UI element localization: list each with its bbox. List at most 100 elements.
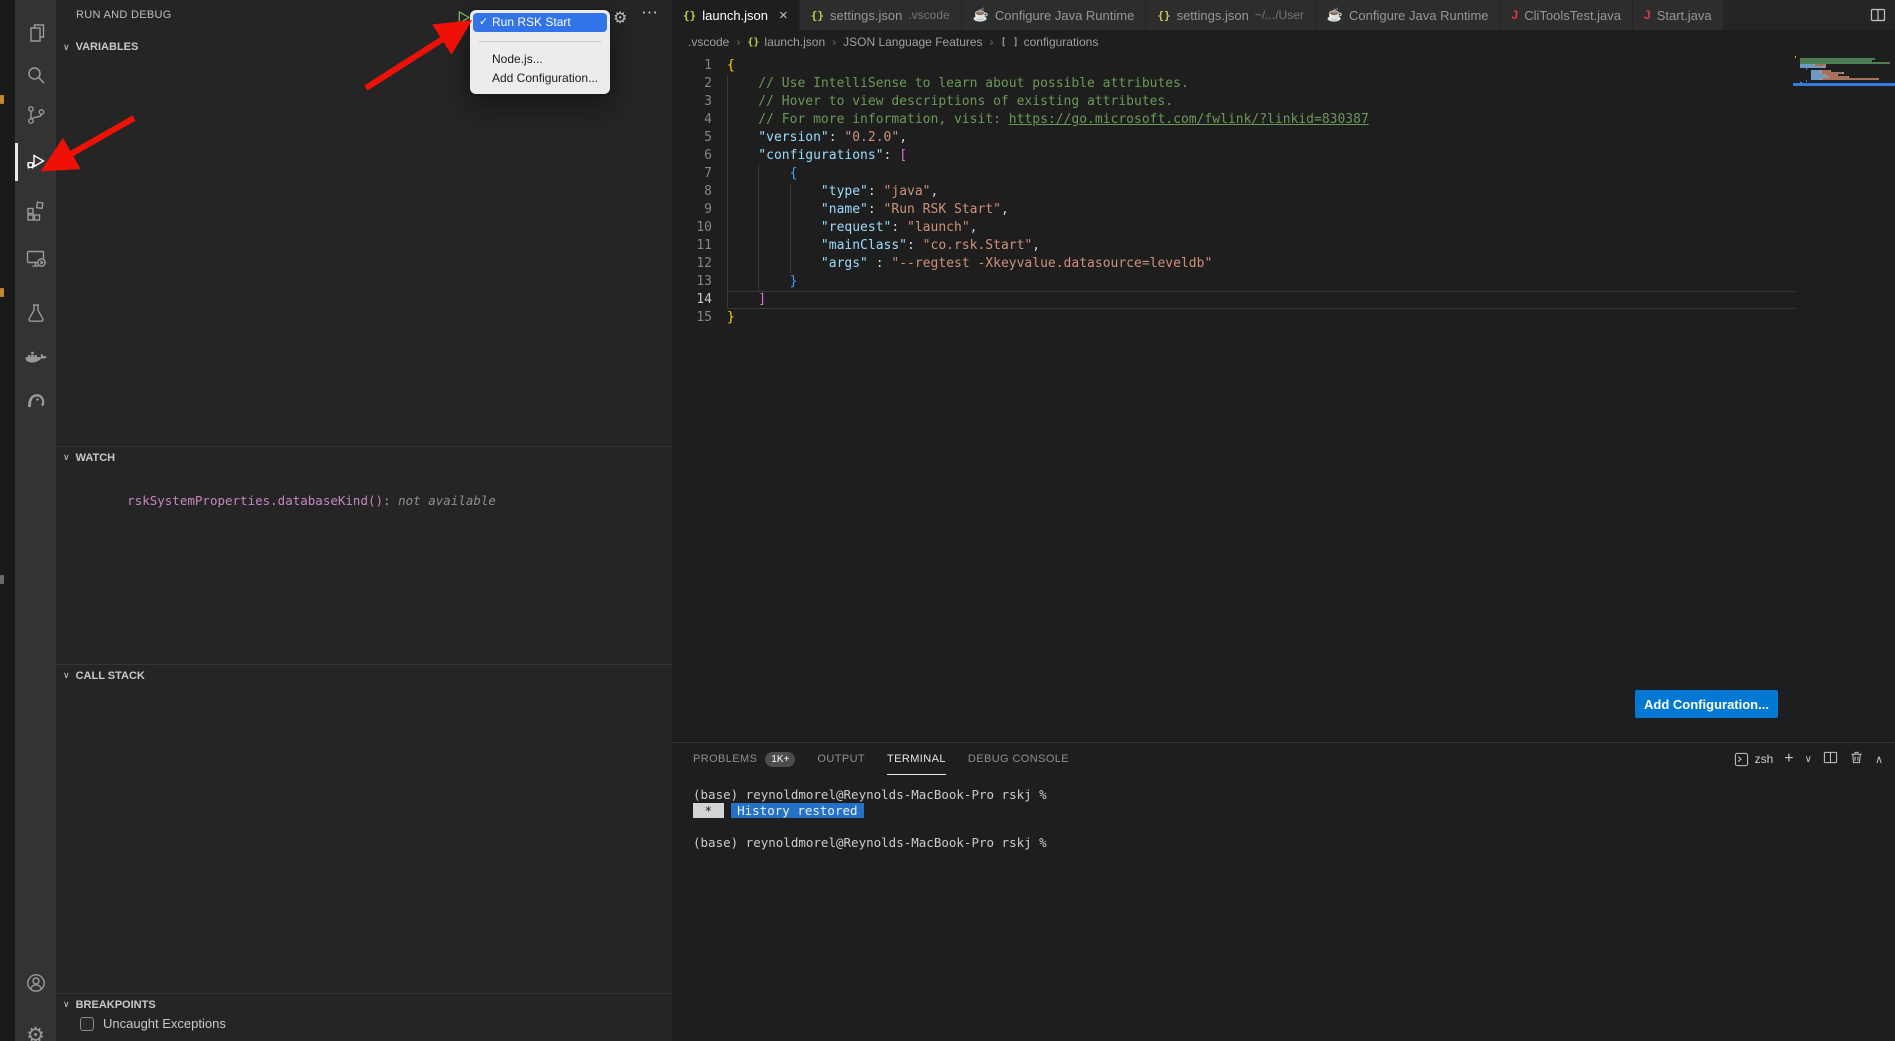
uncaught-exceptions-checkbox[interactable] [80, 1017, 94, 1031]
explorer-icon[interactable] [15, 16, 56, 50]
breadcrumb-label: configurations [1024, 35, 1099, 49]
extensions-icon[interactable] [15, 193, 56, 227]
token: "mainClass" [727, 238, 907, 253]
terminal-profile-selector[interactable]: zsh [1734, 752, 1774, 767]
code-line: 7 { [672, 165, 1895, 183]
panel-tab[interactable]: TERMINAL [887, 743, 946, 775]
panel-tab[interactable]: OUTPUT [817, 743, 865, 775]
terminal-line: (base) reynoldmorel@Reynolds-MacBook-Pro… [693, 835, 1047, 851]
more-actions-icon[interactable]: ⋯ [641, 3, 659, 23]
editor-tab[interactable]: ☕Configure Java Runtime [1316, 0, 1501, 30]
editor-tab[interactable]: J CliToolsTest.java [1501, 0, 1634, 30]
java-file-icon: J [1512, 8, 1519, 22]
edge-tick [0, 575, 4, 584]
editor-tab[interactable]: {}settings.json.vscode [800, 0, 962, 30]
menu-separator [479, 41, 601, 42]
indent-guide [727, 147, 728, 165]
token: : [891, 220, 907, 235]
editor-tab[interactable]: {}settings.json~/.../User [1146, 0, 1316, 30]
start-debugging-play-icon[interactable] [456, 10, 471, 28]
breadcrumb-item[interactable]: [ ]configurations [1001, 35, 1099, 49]
run-and-debug-icon[interactable] [15, 144, 56, 178]
panel-tab-label: OUTPUT [817, 753, 865, 765]
token: // Use IntelliSense to learn about possi… [727, 76, 1189, 91]
indent-guide [758, 201, 759, 219]
new-terminal-icon[interactable]: + [1784, 750, 1793, 768]
code-text: "type": "java", [727, 183, 938, 201]
indent-guide [727, 255, 728, 273]
token: { [727, 58, 735, 73]
edge-tick [0, 95, 4, 104]
source-control-icon[interactable] [15, 98, 56, 132]
shell-label: zsh [1755, 752, 1774, 766]
code-line: 13 } [672, 273, 1895, 291]
manage-gear-icon[interactable]: ⚙ [15, 1018, 56, 1041]
breadcrumb-label: JSON Language Features [843, 35, 982, 49]
chevron-down-icon: ∨ [63, 452, 70, 463]
testing-icon[interactable] [15, 296, 56, 330]
terminal-output[interactable]: (base) reynoldmorel@Reynolds-MacBook-Pro… [693, 787, 1047, 851]
menu-item[interactable]: ✓Run RSK Start [473, 13, 607, 32]
watch-section-header[interactable]: ∨ WATCH [56, 446, 672, 468]
breakpoint-row: Uncaught Exceptions [80, 1016, 226, 1031]
code-editor[interactable]: 1{2 // Use IntelliSense to learn about p… [672, 54, 1895, 742]
breadcrumb-separator: › [736, 35, 740, 49]
menu-item[interactable]: Add Configuration... [473, 69, 607, 88]
editor-tab[interactable]: ☕Configure Java Runtime [962, 0, 1147, 30]
breadcrumb-label: launch.json [764, 35, 825, 49]
remote-explorer-icon[interactable] [15, 241, 56, 275]
json-file-icon: {} [1157, 9, 1170, 22]
code-line: 12 "args" : "--regtest -Xkeyvalue.dataso… [672, 255, 1895, 273]
indent-guide [790, 237, 791, 255]
code-lines: 1{2 // Use IntelliSense to learn about p… [672, 57, 1895, 327]
gradle-icon[interactable] [15, 383, 56, 417]
code-line: 15} [672, 309, 1895, 327]
activity-bar: ⚙ [15, 0, 56, 1041]
breadcrumb-item[interactable]: JSON Language Features [843, 35, 982, 49]
code-text: "request": "launch", [727, 219, 977, 237]
current-line-highlight [727, 291, 1795, 309]
editor-tab[interactable]: {}launch.json× [672, 0, 800, 30]
minimap-token [1811, 78, 1819, 80]
token: "Run RSK Start" [884, 202, 1001, 217]
code-text: "args" : "--regtest -Xkeyvalue.datasourc… [727, 255, 1212, 273]
docker-icon[interactable] [15, 339, 56, 373]
chevron-down-icon: ∨ [63, 670, 70, 681]
token: , [931, 184, 939, 199]
add-configuration-button[interactable]: Add Configuration... [1635, 690, 1778, 718]
search-icon[interactable] [15, 58, 56, 92]
minimap-current-line [1793, 83, 1895, 86]
token: : [868, 184, 884, 199]
breadcrumb-item[interactable]: {}launch.json [747, 35, 825, 49]
panel-tab[interactable]: PROBLEMS1K+ [693, 743, 795, 775]
code-text: "mainClass": "co.rsk.Start", [727, 237, 1040, 255]
code-text: "version": "0.2.0", [727, 129, 907, 147]
indent-guide [790, 255, 791, 273]
minimap-token [1806, 80, 1807, 82]
menu-item[interactable]: Node.js... [473, 50, 607, 69]
split-terminal-icon[interactable] [1823, 750, 1838, 768]
debug-settings-gear-icon[interactable]: ⚙ [613, 8, 627, 28]
breakpoints-section-header[interactable]: ∨ BREAKPOINTS [56, 993, 672, 1015]
kill-terminal-trash-icon[interactable] [1849, 750, 1864, 768]
maximize-panel-chevron-icon[interactable]: ∧ [1875, 753, 1883, 766]
tab-label: Configure Java Runtime [1349, 8, 1488, 23]
indent-guide [727, 75, 728, 93]
launch-configuration-menu: ✓Run RSK Start Node.js...Add Configuratio… [470, 10, 610, 94]
breadcrumb-item[interactable]: .vscode [688, 35, 729, 49]
call-stack-section-header[interactable]: ∨ CALL STACK [56, 664, 672, 686]
accounts-icon[interactable] [15, 966, 56, 1000]
tab-label: CliToolsTest.java [1524, 8, 1621, 23]
indent-guide [758, 237, 759, 255]
close-icon[interactable]: × [779, 8, 788, 23]
split-editor-icon[interactable] [1870, 7, 1886, 26]
code-text: // Use IntelliSense to learn about possi… [727, 75, 1189, 93]
editor-tab[interactable]: JStart.java [1633, 0, 1724, 30]
run-and-debug-sidebar: RUN AND DEBUG ∨ VARIABLES ∨ WATCH rskSys… [56, 0, 672, 1041]
minimap[interactable] [1795, 56, 1890, 86]
line-number: 14 [672, 291, 712, 309]
code-line: 11 "mainClass": "co.rsk.Start", [672, 237, 1895, 255]
launch-profile-chevron-icon[interactable]: ∨ [1805, 754, 1812, 765]
watch-expression-row[interactable]: rskSystemProperties.databaseKind(): not … [82, 478, 496, 523]
panel-tab[interactable]: DEBUG CONSOLE [968, 743, 1069, 775]
